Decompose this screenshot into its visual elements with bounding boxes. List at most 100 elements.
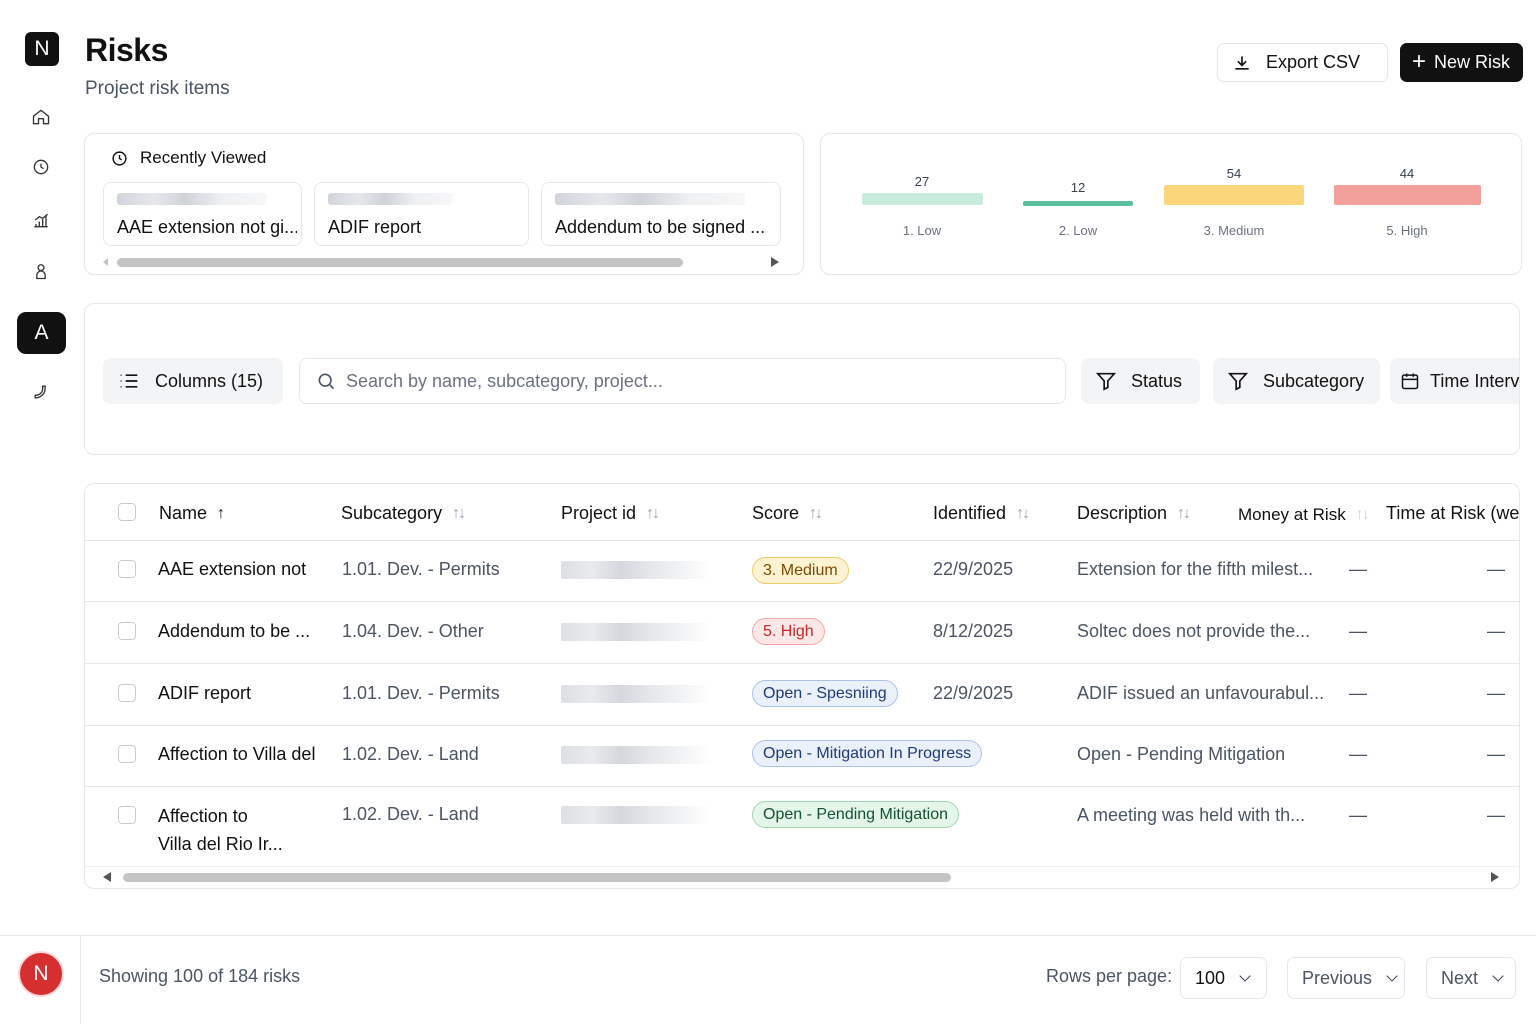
money-at-risk: — <box>1349 805 1367 825</box>
risk-identified: 8/12/2025 <box>933 621 1014 641</box>
recent-scrollbar[interactable] <box>103 257 779 267</box>
column-header-description[interactable]: Description ↑↓ <box>1077 503 1191 524</box>
risk-name[interactable]: Affection to Villa del <box>158 744 315 765</box>
sort-icon: ↑↓ <box>452 504 466 522</box>
column-header-name[interactable]: Name ↑ <box>159 503 225 524</box>
select-all-checkbox[interactable] <box>118 503 136 521</box>
history-icon <box>112 150 127 166</box>
score-bar[interactable] <box>1023 201 1133 206</box>
row-checkbox[interactable] <box>118 745 136 763</box>
row-divider <box>85 601 1519 602</box>
sort-icon: ↑↓ <box>1355 506 1370 523</box>
scroll-left-icon[interactable] <box>103 872 111 882</box>
list-icon <box>120 374 138 388</box>
risks-table: Name ↑ Subcategory ↑↓ Project id ↑↓ Scor… <box>84 483 1520 889</box>
risk-name[interactable]: Addendum to be ... <box>158 621 310 642</box>
row-divider <box>85 663 1519 664</box>
risk-subcategory: 1.01. Dev. - Permits <box>342 683 500 703</box>
recent-item[interactable]: Addendum to be signed ... <box>541 182 781 246</box>
previous-label: Previous <box>1302 967 1373 988</box>
row-checkbox[interactable] <box>118 684 136 702</box>
table-scrollbar[interactable] <box>103 871 1499 883</box>
risk-subcategory: 1.04. Dev. - Other <box>342 621 484 641</box>
recent-item-label: AAE extension not gi... <box>117 217 297 237</box>
row-checkbox[interactable] <box>118 622 136 640</box>
row-checkbox[interactable] <box>118 560 136 578</box>
scroll-thumb[interactable] <box>123 873 951 882</box>
risk-name[interactable]: AAE extension not <box>158 559 306 580</box>
blurred-project-id <box>561 685 711 703</box>
score-count: 54 <box>1226 166 1242 181</box>
column-header-money-at-risk[interactable]: Money at Risk ↑↓ <box>1238 505 1370 525</box>
scroll-thumb[interactable] <box>117 258 683 267</box>
column-header-time-at-risk[interactable]: Time at Risk (wek <box>1386 503 1519 524</box>
column-header-subcategory[interactable]: Subcategory ↑↓ <box>341 503 466 524</box>
risk-name[interactable]: ADIF report <box>158 683 251 704</box>
chevron-down-icon <box>1492 970 1504 982</box>
phone-icon[interactable] <box>29 380 53 404</box>
risk-identified: 22/9/2025 <box>933 683 1014 703</box>
time-at-risk: — <box>1487 559 1505 579</box>
subcategory-filter-button[interactable]: Subcategory <box>1213 358 1380 404</box>
columns-button[interactable]: Columns (15) <box>103 358 283 404</box>
a-icon[interactable]: A <box>17 312 66 354</box>
home-icon[interactable] <box>29 105 53 129</box>
chevron-down-icon <box>1386 970 1398 982</box>
previous-button[interactable]: Previous <box>1287 957 1405 999</box>
next-button[interactable]: Next <box>1426 957 1516 999</box>
rows-per-page-label: Rows per page: <box>1046 966 1173 986</box>
app-logo[interactable]: N <box>25 32 59 66</box>
status-filter-label: Status <box>1131 370 1183 391</box>
scroll-left-icon[interactable] <box>103 258 108 266</box>
blurred-project <box>328 193 453 205</box>
money-at-risk: — <box>1349 559 1367 579</box>
sidebar-divider <box>80 935 81 1024</box>
score-count: 27 <box>914 174 930 189</box>
score-bar[interactable] <box>1333 185 1481 205</box>
score-label: 3. Medium <box>1203 223 1265 238</box>
column-header-label: Score <box>752 503 800 523</box>
score-bar[interactable] <box>1164 185 1304 205</box>
score-count: 12 <box>1070 180 1086 195</box>
export-csv-button[interactable]: Export CSV <box>1217 43 1388 82</box>
score-label: 5. High <box>1386 223 1428 238</box>
score-badge: 5. High <box>752 618 825 645</box>
row-checkbox[interactable] <box>118 806 136 824</box>
chart-icon[interactable] <box>29 208 53 232</box>
rows-per-page-select[interactable]: 100 <box>1180 957 1267 999</box>
money-at-risk: — <box>1349 744 1367 764</box>
column-header-label: Description <box>1077 503 1168 523</box>
recent-item[interactable]: AAE extension not gi... <box>103 182 302 246</box>
time-interval-filter-button[interactable]: Time Interv <box>1390 358 1519 404</box>
sort-icon: ↑↓ <box>1177 504 1191 522</box>
clock-icon[interactable] <box>29 155 53 179</box>
column-header-identified[interactable]: Identified ↑↓ <box>933 503 1030 524</box>
scroll-right-icon[interactable] <box>1491 872 1499 882</box>
recent-item[interactable]: ADIF report <box>314 182 529 246</box>
column-header-label: Identified <box>933 503 1007 523</box>
plus-icon: + <box>1412 47 1427 75</box>
risk-name-continued[interactable]: Villa del Rio Ir... <box>158 834 283 855</box>
score-badge: 3. Medium <box>752 557 849 584</box>
risk-subcategory: 1.02. Dev. - Land <box>342 804 479 824</box>
risk-name[interactable]: Affection to <box>158 806 248 827</box>
blurred-project <box>555 193 745 205</box>
sidebar: N A N <box>0 0 82 1024</box>
scroll-right-icon[interactable] <box>771 257 779 267</box>
risk-description: Open - Pending Mitigation <box>1077 744 1286 764</box>
blurred-project-id <box>561 806 711 824</box>
time-at-risk: — <box>1487 805 1505 825</box>
score-bar[interactable] <box>861 193 983 205</box>
column-header-label: Name <box>159 503 208 523</box>
column-header-score[interactable]: Score ↑↓ <box>752 503 823 524</box>
export-csv-label: Export CSV <box>1266 52 1361 72</box>
search-input[interactable]: Search by name, subcategory, project... <box>299 358 1066 404</box>
recently-viewed-title: Recently Viewed <box>140 148 267 167</box>
new-risk-button[interactable]: + New Risk <box>1400 43 1523 82</box>
score-badge: Open - Pending Mitigation <box>752 801 959 828</box>
status-filter-button[interactable]: Status <box>1081 358 1200 404</box>
risk-subcategory: 1.01. Dev. - Permits <box>342 559 500 579</box>
person-icon[interactable] <box>29 259 53 283</box>
avatar[interactable]: N <box>18 951 64 997</box>
column-header-project-id[interactable]: Project id ↑↓ <box>561 503 660 524</box>
